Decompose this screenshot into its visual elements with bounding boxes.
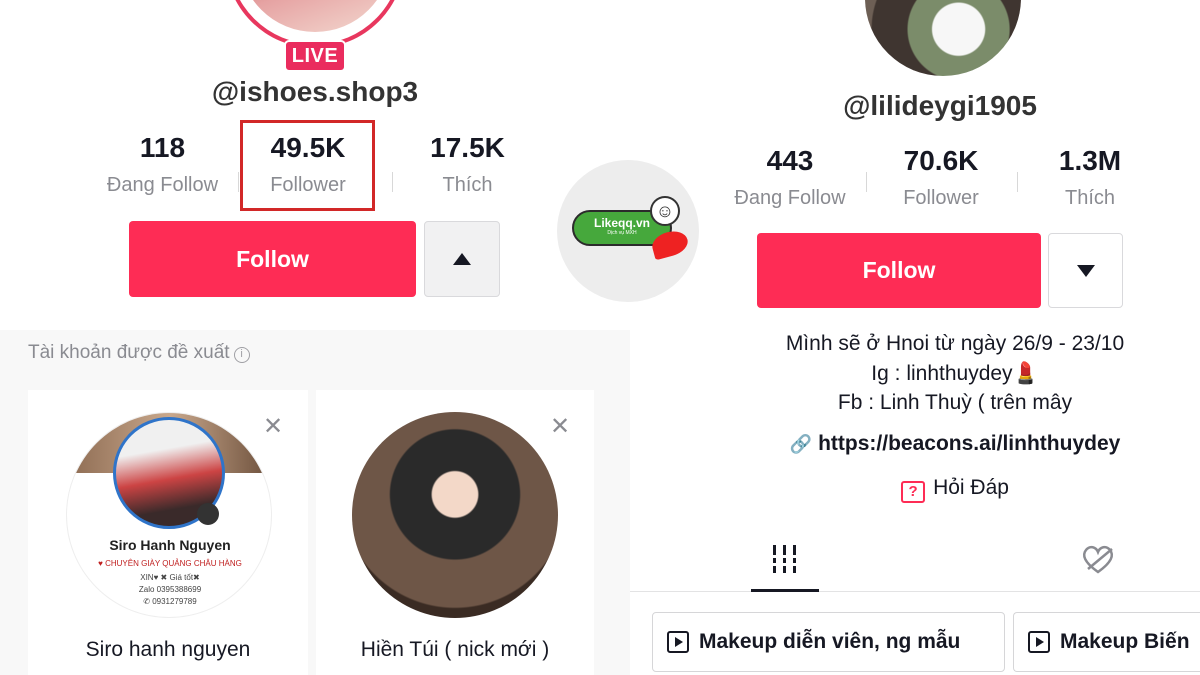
- left-likes-count: 17.5K: [430, 132, 505, 163]
- right-likes-stat: 1.3M Thích: [1030, 145, 1150, 210]
- stat-divider: [238, 172, 239, 192]
- playlist-chip[interactable]: Makeup diễn viên, ng mẫu: [652, 612, 1005, 672]
- stat-divider: [1017, 172, 1018, 192]
- left-likes-label: Thích: [442, 174, 493, 196]
- right-followers-label: Follower: [903, 187, 979, 209]
- right-follow-button[interactable]: Follow: [757, 233, 1041, 308]
- bio-line: Fb : Linh Thuỳ ( trên mây: [837, 391, 1073, 414]
- hidden-heart-icon: [1082, 545, 1114, 574]
- right-followers-stat[interactable]: 70.6K Follower: [872, 145, 1010, 210]
- caret-up-icon: [453, 253, 471, 265]
- right-likes-count: 1.3M: [1058, 145, 1122, 176]
- tab-liked[interactable]: [1080, 543, 1116, 580]
- link-icon: 🔗: [789, 434, 813, 454]
- live-badge[interactable]: LIVE: [284, 40, 346, 72]
- right-following-stat[interactable]: 443 Đang Follow: [720, 145, 860, 210]
- stat-divider: [392, 172, 393, 192]
- suggested-name[interactable]: Siro hanh nguyen: [28, 638, 308, 662]
- suggested-avatar[interactable]: Siro Hanh Nguyen ♥ CHUYÊN GIÀY QUẢNG CHÂ…: [66, 412, 272, 618]
- left-following-count: 118: [139, 132, 186, 163]
- qa-button[interactable]: ? Hỏi Đáp: [700, 476, 1200, 503]
- follower-highlight-box: [240, 120, 375, 211]
- left-following-label: Đang Follow: [106, 174, 219, 196]
- suggested-title: Tài khoản được đề xuất i: [28, 342, 250, 364]
- playlist-icon: [1028, 631, 1050, 653]
- right-suggest-toggle-button[interactable]: [1048, 233, 1123, 308]
- question-icon: ?: [901, 481, 926, 503]
- left-follow-button[interactable]: Follow: [129, 221, 416, 297]
- right-username: @lilideygi1905: [843, 90, 1037, 121]
- tab-videos[interactable]: [770, 543, 800, 580]
- right-avatar[interactable]: [865, 0, 1021, 76]
- right-followers-count: 70.6K: [903, 145, 979, 176]
- right-following-label: Đang Follow: [734, 187, 846, 209]
- smiley-icon: ☺: [650, 196, 680, 226]
- camera-icon: [197, 503, 219, 525]
- grid-icon: [770, 545, 800, 573]
- stat-divider: [866, 172, 867, 192]
- left-username: @ishoes.shop3: [211, 76, 419, 107]
- left-suggest-toggle-button[interactable]: [424, 221, 500, 297]
- caret-down-icon: [1076, 264, 1095, 277]
- bio-line: Mình sẽ ở Hnoi từ ngày 26/9 - 23/10: [785, 332, 1125, 355]
- suggested-name[interactable]: Hiền Túi ( nick mới ): [316, 638, 594, 662]
- left-following-stat[interactable]: 118 Đang Follow: [90, 132, 235, 197]
- active-tab-indicator: [751, 589, 819, 592]
- suggested-avatar[interactable]: [352, 412, 558, 618]
- info-icon[interactable]: i: [233, 347, 250, 363]
- playlist-chip[interactable]: Makeup Biến: [1013, 612, 1200, 672]
- right-likes-label: Thích: [1064, 187, 1116, 209]
- right-following-count: 443: [766, 145, 814, 176]
- close-icon[interactable]: ✕: [550, 412, 570, 441]
- left-likes-stat: 17.5K Thích: [400, 132, 535, 197]
- bio-link[interactable]: 🔗 https://beacons.ai/linhthuydey: [700, 432, 1200, 456]
- playlist-icon: [667, 631, 689, 653]
- bio-line: Ig : linhthuydey💄: [871, 362, 1039, 385]
